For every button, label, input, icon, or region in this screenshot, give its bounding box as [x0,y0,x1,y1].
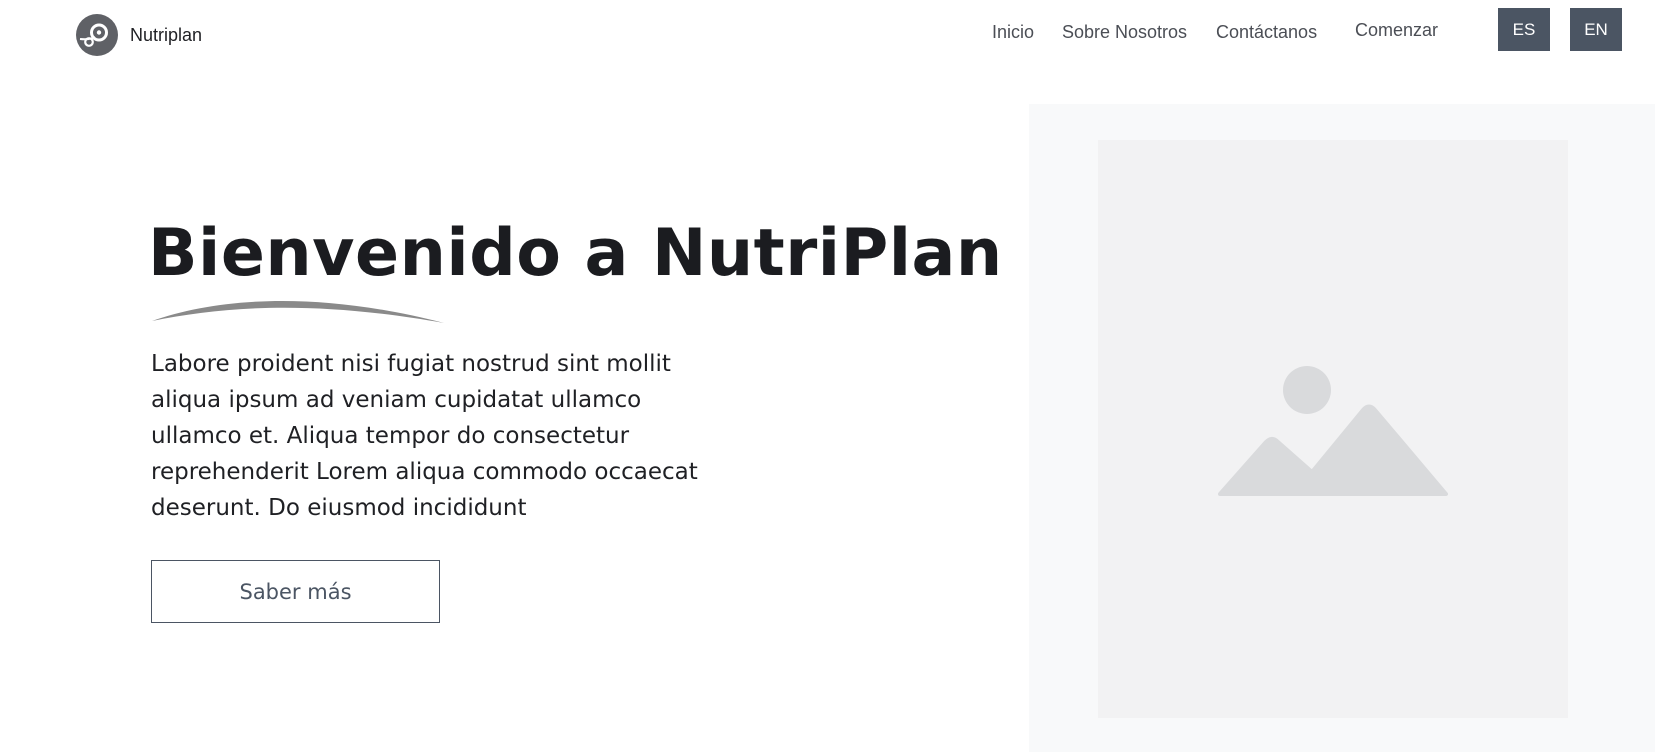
hero-title: Bienvenido a NutriPlan [148,216,1003,291]
hero-description: Labore proident nisi fugiat nostrud sint… [151,351,698,521]
site-header: Nutriplan Inicio Sobre Nosotros Contácta… [0,0,1676,70]
title-underline-swoosh [152,300,444,323]
brand-home-link[interactable]: Nutriplan [76,14,202,56]
hero-image-placeholder [1029,104,1655,752]
nav-link-inicio[interactable]: Inicio [992,20,1034,44]
language-button-es[interactable]: ES [1498,8,1550,51]
image-placeholder-icon [1218,366,1448,496]
image-frame [1098,140,1568,718]
brand-name: Nutriplan [130,24,203,45]
nav-link-sobre-nosotros[interactable]: Sobre Nosotros [1062,20,1187,44]
learn-more-button[interactable]: Saber más [151,560,440,623]
language-button-en[interactable]: EN [1570,8,1622,51]
nav-link-comenzar[interactable]: Comenzar [1355,18,1438,42]
nav-link-contactanos[interactable]: Contáctanos [1216,20,1317,44]
nutriplan-logo-icon [76,14,118,56]
